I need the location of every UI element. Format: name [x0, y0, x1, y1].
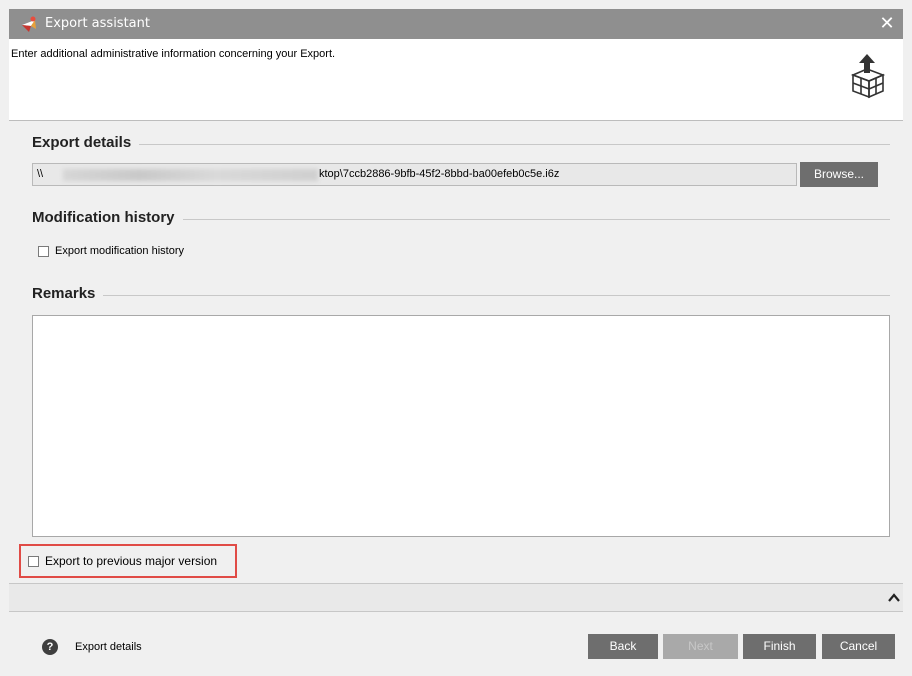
section-title-modification-history: Modification history	[32, 209, 183, 226]
section-divider	[32, 144, 890, 145]
export-assistant-window: Export assistant ✕ Enter additional admi…	[0, 0, 912, 676]
chevron-up-icon[interactable]	[887, 591, 901, 605]
title-bar: Export assistant ✕	[9, 9, 903, 39]
close-icon: ✕	[879, 13, 895, 33]
browse-button[interactable]: Browse...	[800, 162, 878, 187]
export-path-field[interactable]: \\ ktop\7ccb2886-9bfb-45f2-8bbd-ba00efeb…	[32, 163, 797, 186]
help-label: Export details	[75, 641, 142, 653]
remarks-textarea[interactable]	[32, 315, 890, 537]
path-prefix: \\	[37, 168, 44, 180]
checkbox-label: Export modification history	[55, 245, 184, 257]
next-button[interactable]: Next	[663, 634, 738, 659]
checkbox-box[interactable]	[38, 246, 49, 257]
cancel-button[interactable]: Cancel	[822, 634, 895, 659]
section-title-export-details: Export details	[32, 134, 140, 151]
header-panel: Enter additional administrative informat…	[9, 39, 903, 121]
header-instruction: Enter additional administrative informat…	[11, 48, 336, 60]
checkbox-box[interactable]	[28, 556, 39, 567]
checkbox-label: Export to previous major version	[45, 554, 218, 568]
section-divider	[32, 295, 890, 296]
window-title: Export assistant	[45, 16, 150, 31]
finish-button[interactable]: Finish	[743, 634, 816, 659]
collapse-bar[interactable]	[9, 583, 903, 612]
app-logo-icon	[22, 16, 36, 32]
back-button[interactable]: Back	[588, 634, 658, 659]
path-redacted	[63, 169, 318, 181]
path-value: ktop\7ccb2886-9bfb-45f2-8bbd-ba00efeb0c5…	[319, 168, 560, 180]
section-title-remarks: Remarks	[32, 285, 104, 302]
export-cube-icon	[850, 54, 886, 99]
close-button[interactable]: ✕	[871, 9, 903, 39]
help-icon[interactable]: ?	[42, 639, 58, 655]
